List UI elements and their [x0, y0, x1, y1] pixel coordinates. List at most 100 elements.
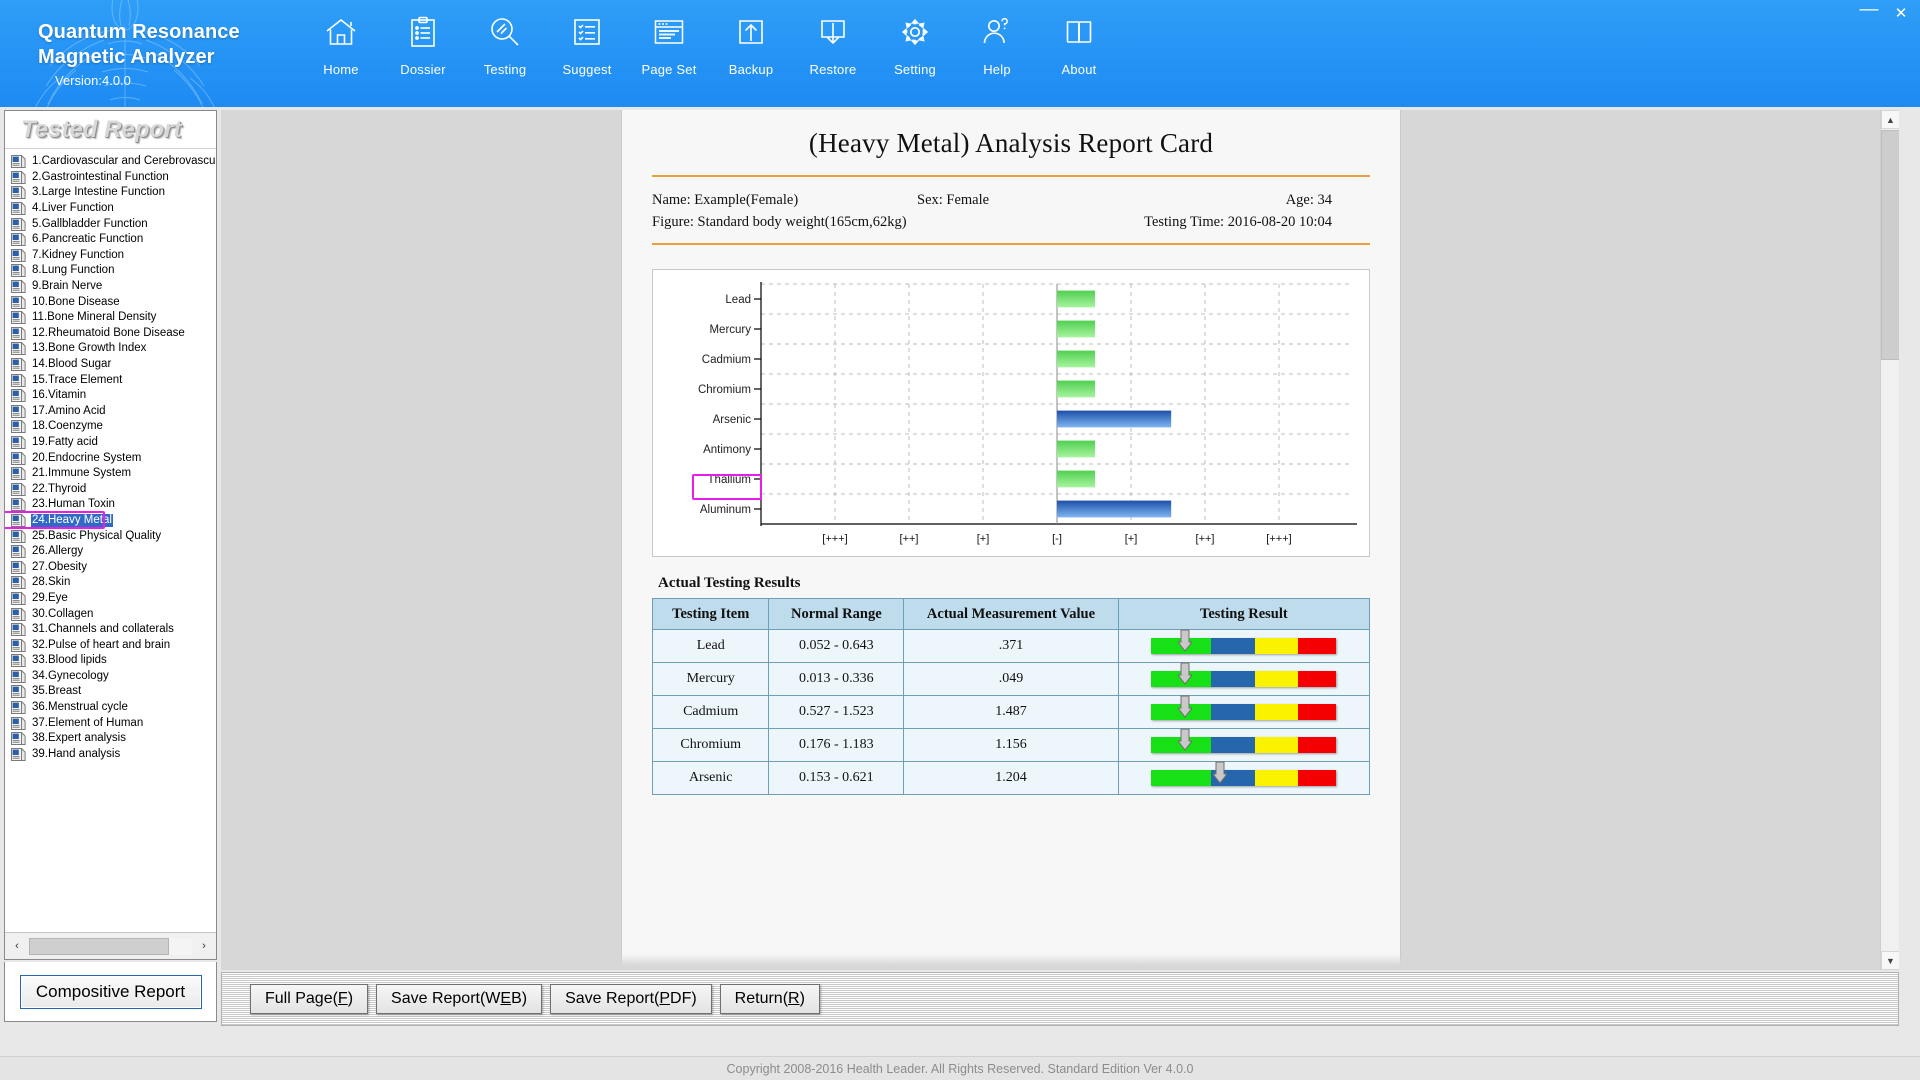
sidebar-item-large-intestine-function[interactable]: 3.Large Intestine Function [11, 185, 216, 201]
gauge-segment-red [1297, 638, 1337, 654]
cell-normal-range: 0.052 - 0.643 [768, 629, 905, 663]
sidebar-item-basic-physical-quality[interactable]: 25.Basic Physical Quality [11, 528, 216, 544]
sidebar-item-collagen[interactable]: 30.Collagen [11, 606, 216, 622]
document-icon [11, 513, 26, 527]
document-icon [11, 467, 26, 481]
sidebar-item-fatty-acid[interactable]: 19.Fatty acid [11, 435, 216, 451]
sidebar-item-blood-lipids[interactable]: 33.Blood lipids [11, 653, 216, 669]
sidebar-item-label: 1.Cardiovascular and Cerebrovascular [32, 155, 216, 168]
sidebar-item-coenzyme[interactable]: 18.Coenzyme [11, 419, 216, 435]
sidebar-item-brain-nerve[interactable]: 9.Brain Nerve [11, 279, 216, 295]
sidebar-item-cardiovascular-and-cerebrovascular[interactable]: 1.Cardiovascular and Cerebrovascular [11, 154, 216, 170]
sidebar-item-bone-disease[interactable]: 10.Bone Disease [11, 294, 216, 310]
sidebar-item-gallbladder-function[interactable]: 5.Gallbladder Function [11, 216, 216, 232]
scrollbar-track[interactable] [169, 937, 192, 955]
sidebar-item-gynecology[interactable]: 34.Gynecology [11, 669, 216, 685]
sidebar-item-bone-growth-index[interactable]: 13.Bone Growth Index [11, 341, 216, 357]
toolbar-item-home[interactable]: Home [300, 12, 382, 77]
sidebar-item-eye[interactable]: 29.Eye [11, 591, 216, 607]
toolbar-item-about[interactable]: About [1038, 12, 1120, 77]
cell-actual-value: 1.156 [903, 728, 1119, 762]
sidebar-item-liver-function[interactable]: 4.Liver Function [11, 201, 216, 217]
testing-time: Testing Time: 2016-08-20 10:04 [1117, 214, 1332, 231]
scrollbar-thumb[interactable] [29, 937, 169, 955]
report-viewport: (Heavy Metal) Analysis Report Card Name:… [221, 110, 1899, 970]
compositive-report-button[interactable]: Compositive Report [19, 974, 202, 1009]
sidebar-item-bone-mineral-density[interactable]: 11.Bone Mineral Density [11, 310, 216, 326]
document-icon [11, 732, 26, 746]
toolbar-item-suggest[interactable]: Suggest [546, 12, 628, 77]
toolbar-item-help[interactable]: Help [956, 12, 1038, 77]
sidebar-item-endocrine-system[interactable]: 20.Endocrine System [11, 450, 216, 466]
sidebar-item-element-of-human[interactable]: 37.Element of Human [11, 715, 216, 731]
gauge-segment-yellow [1254, 638, 1298, 654]
scroll-up-icon[interactable]: ▲ [1881, 110, 1899, 129]
sidebar-item-label: 6.Pancreatic Function [32, 233, 144, 246]
cell-testing-result [1117, 695, 1371, 729]
return-button[interactable]: Return(R) [719, 984, 820, 1014]
toolbar-item-dossier[interactable]: Dossier [382, 12, 464, 77]
sidebar-item-human-toxin[interactable]: 23.Human Toxin [11, 497, 216, 513]
sidebar-item-label: 28.Skin [32, 576, 71, 589]
report-vertical-scrollbar[interactable]: ▲ ▼ [1880, 110, 1899, 970]
sidebar-item-allergy[interactable]: 26.Allergy [11, 544, 216, 560]
sidebar-item-label: 19.Fatty acid [32, 435, 98, 448]
svg-text:Chromium: Chromium [698, 384, 751, 396]
toolbar-item-page-set[interactable]: Page Set [628, 12, 710, 77]
sidebar-item-label: 2.Gastrointestinal Function [32, 170, 169, 183]
result-gauge [1151, 695, 1337, 720]
save-report-pdf-button[interactable]: Save Report(PDF) [550, 984, 712, 1014]
figure-label: Figure: [652, 213, 694, 230]
sidebar-item-channels-and-collaterals[interactable]: 31.Channels and collaterals [11, 622, 216, 638]
sidebar-item-blood-sugar[interactable]: 14.Blood Sugar [11, 357, 216, 373]
page-title: (Heavy Metal) Analysis Report Card [808, 128, 1214, 158]
document-icon [11, 498, 26, 512]
sidebar-item-pancreatic-function[interactable]: 6.Pancreatic Function [11, 232, 216, 248]
sidebar-item-menstrual-cycle[interactable]: 36.Menstrual cycle [11, 700, 216, 716]
sidebar-item-obesity[interactable]: 27.Obesity [11, 559, 216, 575]
toolbar-label: Help [983, 62, 1011, 77]
gauge-segment-red [1297, 671, 1337, 687]
sidebar-item-lung-function[interactable]: 8.Lung Function [11, 263, 216, 279]
toolbar-item-backup[interactable]: Backup [710, 12, 792, 77]
sidebar-item-expert-analysis[interactable]: 38.Expert analysis [11, 731, 216, 747]
report-tree[interactable]: 1.Cardiovascular and Cerebrovascular 2.Ga… [5, 150, 216, 931]
sidebar-item-hand-analysis[interactable]: 39.Hand analysis [11, 747, 216, 763]
name-value: Example(Female) [694, 191, 799, 208]
sidebar-item-trace-element[interactable]: 15.Trace Element [11, 372, 216, 388]
heavy-metal-chart: [+++] [++] [+] [-] [+] [++] [+++] Lead Mercury Ca… [652, 269, 1370, 557]
document-icon [11, 716, 26, 730]
sidebar-item-vitamin[interactable]: 16.Vitamin [11, 388, 216, 404]
vertical-scrollbar-thumb[interactable] [1881, 130, 1899, 360]
gauge-segment-yellow [1254, 737, 1298, 753]
document-icon [11, 358, 26, 372]
sidebar-horizontal-scrollbar[interactable]: ‹ › [5, 932, 216, 959]
scroll-right-icon[interactable]: › [194, 937, 214, 956]
save-report-web-button[interactable]: Save Report(WEB) [376, 984, 543, 1014]
time-value: 2016-08-20 10:04 [1227, 213, 1332, 230]
document-icon [11, 529, 26, 543]
sidebar-item-kidney-function[interactable]: 7.Kidney Function [11, 248, 216, 264]
window-controls: — ✕ [1854, 0, 1916, 24]
sidebar-item-immune-system[interactable]: 21.Immune System [11, 466, 216, 482]
scroll-left-icon[interactable]: ‹ [7, 937, 27, 956]
toolbar-item-testing[interactable]: Testing [464, 12, 546, 77]
sidebar-item-skin[interactable]: 28.Skin [11, 575, 216, 591]
sidebar-item-thyroid[interactable]: 22.Thyroid [11, 481, 216, 497]
checklist-icon [572, 12, 602, 52]
sidebar-item-gastrointestinal-function[interactable]: 2.Gastrointestinal Function [11, 170, 216, 186]
toolbar-item-restore[interactable]: Restore [792, 12, 874, 77]
sidebar-item-amino-acid[interactable]: 17.Amino Acid [11, 404, 216, 420]
sidebar-item-heavy-metal[interactable]: 24.Heavy Metal [11, 513, 216, 529]
toolbar-label: Page Set [641, 62, 697, 77]
full-page-button[interactable]: Full Page(F) [250, 984, 369, 1014]
sidebar-item-pulse-of-heart-and-brain[interactable]: 32.Pulse of heart and brain [11, 637, 216, 653]
scroll-down-icon[interactable]: ▼ [1881, 951, 1899, 970]
close-button[interactable]: ✕ [1886, 2, 1916, 24]
sidebar-item-breast[interactable]: 35.Breast [11, 684, 216, 700]
sidebar-item-rheumatoid-bone-disease[interactable]: 12.Rheumatoid Bone Disease [11, 326, 216, 342]
cell-testing-result [1117, 728, 1371, 762]
minimize-button[interactable]: — [1854, 0, 1884, 24]
sidebar-title: Tested Report [5, 111, 216, 149]
toolbar-item-setting[interactable]: Setting [874, 12, 956, 77]
